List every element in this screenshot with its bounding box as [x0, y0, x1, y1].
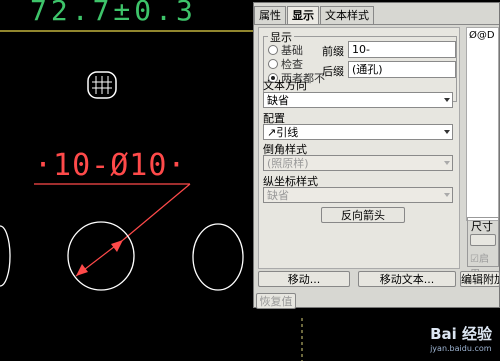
hole-circle-right: [192, 223, 244, 291]
flip-arrow-button[interactable]: 反向箭头: [321, 207, 405, 223]
radio-button-icon: [268, 45, 278, 55]
ordinate-style-value: 缺省: [267, 189, 289, 202]
chevron-down-icon: [444, 161, 450, 165]
move-button[interactable]: 移动...: [258, 271, 350, 287]
dimension-label: 尺寸: [471, 220, 493, 233]
chamfer-style-select[interactable]: (照原样): [263, 155, 453, 171]
placement-value: ↗引线: [267, 126, 299, 139]
watermark-url: jyan.baidu.com: [430, 344, 492, 353]
tab-display[interactable]: 显示: [287, 6, 319, 25]
arrowhead-top-icon: [111, 240, 123, 252]
text-direction-value: 缺省: [267, 94, 289, 107]
watermark-logo: Bai 经验: [430, 325, 492, 343]
tab-properties[interactable]: 属性: [254, 6, 286, 24]
prefix-label: 前缀: [322, 45, 344, 58]
prefix-input[interactable]: 10-: [348, 41, 456, 58]
tab-text-style[interactable]: 文本样式: [320, 6, 374, 24]
edit-attach-button[interactable]: 编辑附加: [460, 271, 500, 287]
chamfer-style-value: (照原样): [267, 157, 309, 170]
move-text-button[interactable]: 移动文本...: [358, 271, 456, 287]
hole-dimension-text[interactable]: ·10-Ø10·: [34, 148, 187, 183]
arrowhead-bottom-icon: [76, 264, 88, 276]
text-direction-label: 文本方向: [263, 79, 307, 92]
preview-text: Ø@D: [469, 30, 495, 41]
chevron-down-icon: [444, 193, 450, 197]
hole-circle-center: [67, 221, 135, 291]
placement-select[interactable]: ↗引线: [263, 124, 453, 140]
top-dimension-text: 72.7±0.3: [30, 0, 197, 27]
ordinate-style-select[interactable]: 缺省: [263, 187, 453, 203]
red-leader-line: [122, 183, 191, 241]
section-symbol-icon: [87, 71, 117, 99]
chevron-down-icon: [444, 98, 450, 102]
tab-bar: 属性 显示 文本样式: [254, 6, 375, 25]
radio-button-icon: [268, 59, 278, 69]
watermark: Bai 经验 jyan.baidu.com: [430, 323, 492, 353]
suffix-label: 后缀: [322, 65, 344, 78]
dimension-properties-dialog: 属性 显示 文本样式 显示 基础 检查 两者都不 前缀 10- 后缀 (通孔) …: [253, 2, 500, 309]
preview-text-area[interactable]: Ø@D: [466, 27, 499, 221]
chevron-down-icon: [444, 130, 450, 134]
dimension-group: 尺寸 ☑启用: [467, 217, 499, 280]
text-direction-select[interactable]: 缺省: [263, 92, 453, 108]
tab-divider: [254, 24, 499, 25]
suffix-input[interactable]: (通孔): [348, 61, 456, 78]
display-panel: 显示 基础 检查 两者都不 前缀 10- 后缀 (通孔) 文本方向 缺省 配置: [258, 27, 460, 269]
dimension-button[interactable]: [470, 234, 496, 246]
restore-values-button[interactable]: 恢复值: [256, 293, 296, 309]
hole-circle-left: [0, 225, 11, 287]
